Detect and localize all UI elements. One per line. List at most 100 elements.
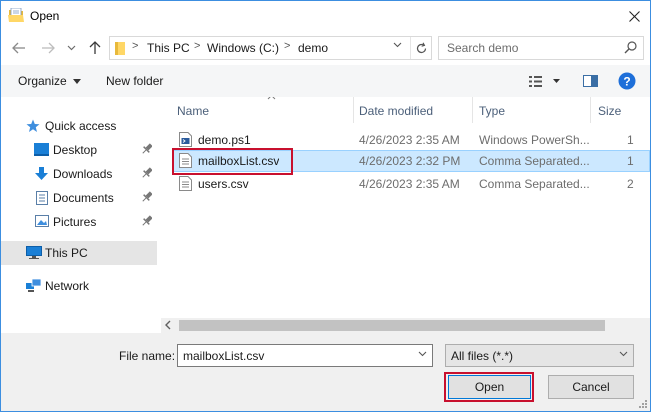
file-type: Windows PowerSh... <box>479 133 589 147</box>
resize-grip-icon[interactable] <box>638 399 647 408</box>
nav-label: Documents <box>53 191 114 205</box>
horizontal-scrollbar[interactable] <box>161 318 650 333</box>
column-label: Size <box>598 104 622 118</box>
scrollbar-thumb[interactable] <box>179 320 605 331</box>
scroll-left-icon[interactable] <box>164 320 172 330</box>
address-dropdown-icon[interactable] <box>393 42 402 48</box>
breadcrumb-windows-c[interactable]: Windows (C:) <box>207 41 279 55</box>
search-icon <box>624 41 637 54</box>
close-button[interactable] <box>620 3 648 29</box>
organize-label: Organize <box>18 74 67 88</box>
csv-file-icon <box>179 176 192 191</box>
address-divider <box>410 37 411 59</box>
file-type: Comma Separated... <box>479 154 589 168</box>
sort-ascending-icon <box>267 97 276 100</box>
pin-icon[interactable] <box>142 143 152 155</box>
desktop-icon <box>34 143 49 156</box>
nav-item-quick-access[interactable]: Quick access <box>1 114 157 138</box>
back-button[interactable] <box>10 39 28 57</box>
column-header-date[interactable]: Date modified <box>352 97 472 123</box>
forward-arrow-icon <box>42 42 55 54</box>
window-title: Open <box>30 9 60 23</box>
navigation-bar: > This PC > Windows (C:) > demo Search d… <box>1 31 650 65</box>
column-label: Type <box>479 104 506 118</box>
nav-item-documents[interactable]: Documents <box>1 186 157 210</box>
chevron-down-icon <box>619 351 628 357</box>
recent-chevron-icon <box>67 45 75 51</box>
view-options-icon[interactable] <box>529 76 545 87</box>
file-size: 1 <box>627 133 634 147</box>
pin-icon[interactable] <box>142 191 152 203</box>
help-icon[interactable]: ? <box>618 72 636 90</box>
breadcrumb-separator: > <box>132 40 139 52</box>
file-type-value: All files (*.*) <box>451 349 514 363</box>
chevron-down-icon[interactable] <box>418 351 427 357</box>
documents-icon <box>36 191 48 205</box>
refresh-icon <box>416 42 427 54</box>
column-header-name[interactable]: Name <box>170 97 354 123</box>
close-icon <box>628 10 640 22</box>
column-header-size[interactable]: Size <box>591 97 650 123</box>
nav-label: Pictures <box>53 215 97 229</box>
pin-icon[interactable] <box>142 167 152 179</box>
nav-item-desktop[interactable]: Desktop <box>1 138 157 162</box>
back-arrow-icon <box>12 42 25 54</box>
file-date: 4/26/2023 2:35 AM <box>359 133 460 147</box>
title-bar: Open <box>1 1 650 31</box>
pin-icon[interactable] <box>142 215 152 227</box>
file-name: demo.ps1 <box>198 133 251 147</box>
search-input[interactable]: Search demo <box>438 36 644 60</box>
open-button-highlight-box <box>444 372 534 402</box>
nav-label: This PC <box>45 246 88 260</box>
file-type: Comma Separated... <box>479 177 589 191</box>
up-arrow-icon <box>89 41 101 54</box>
up-button[interactable] <box>86 39 104 57</box>
cancel-button[interactable]: Cancel <box>548 375 634 399</box>
computer-icon <box>26 246 42 259</box>
nav-label: Network <box>45 279 90 293</box>
file-type-select[interactable]: All files (*.*) <box>445 344 634 367</box>
pictures-icon <box>35 215 49 227</box>
address-bar[interactable]: > This PC > Windows (C:) > demo <box>109 36 432 60</box>
network-icon <box>26 279 41 292</box>
view-dropdown-icon[interactable] <box>553 79 560 83</box>
star-icon <box>26 119 40 132</box>
dialog-footer: File name: mailboxList.csv All files (*.… <box>1 333 650 411</box>
preview-pane-icon[interactable] <box>583 75 598 87</box>
nav-label: Desktop <box>53 143 98 157</box>
organize-button[interactable]: Organize <box>18 74 82 88</box>
file-date: 4/26/2023 2:35 AM <box>359 177 460 191</box>
folder-icon <box>115 42 125 55</box>
open-folder-icon <box>8 8 24 22</box>
command-toolbar: Organize New folder ? <box>1 65 650 97</box>
nav-item-downloads[interactable]: Downloads <box>1 162 157 186</box>
forward-button[interactable] <box>39 39 57 57</box>
breadcrumb-demo[interactable]: demo <box>298 41 328 55</box>
navigation-pane: Quick access Desktop Downloads Documents… <box>1 97 161 333</box>
svg-text:?: ? <box>623 75 630 89</box>
breadcrumb-this-pc[interactable]: This PC <box>147 41 190 55</box>
nav-item-pictures[interactable]: Pictures <box>1 210 157 234</box>
download-icon <box>35 167 48 180</box>
new-folder-button[interactable]: New folder <box>106 74 163 88</box>
nav-item-network[interactable]: Network <box>1 274 157 298</box>
file-name-value: mailboxList.csv <box>183 349 265 363</box>
chevron-down-icon <box>73 79 82 85</box>
breadcrumb-separator: > <box>194 40 201 52</box>
recent-locations-button[interactable] <box>65 39 77 57</box>
column-label: Name <box>177 104 210 118</box>
breadcrumb-separator: > <box>284 40 291 52</box>
file-name-field[interactable]: mailboxList.csv <box>177 344 433 367</box>
column-header-type[interactable]: Type <box>472 97 590 123</box>
powershell-script-icon <box>179 132 192 147</box>
column-label: Date modified <box>359 104 434 118</box>
file-list: Name Date modified Type Size demo.ps1 4/… <box>161 97 650 333</box>
file-size: 2 <box>627 177 634 191</box>
file-row-users-csv[interactable]: users.csv 4/26/2023 2:35 AM Comma Separa… <box>172 173 650 195</box>
file-name-label: File name: <box>119 349 176 363</box>
refresh-button[interactable] <box>413 40 430 57</box>
nav-item-this-pc[interactable]: This PC <box>1 241 157 265</box>
selection-highlight-box <box>172 148 293 175</box>
file-size: 1 <box>627 154 634 168</box>
open-file-dialog: Open > This PC > Windows (C:) > demo Sea… <box>0 0 651 412</box>
